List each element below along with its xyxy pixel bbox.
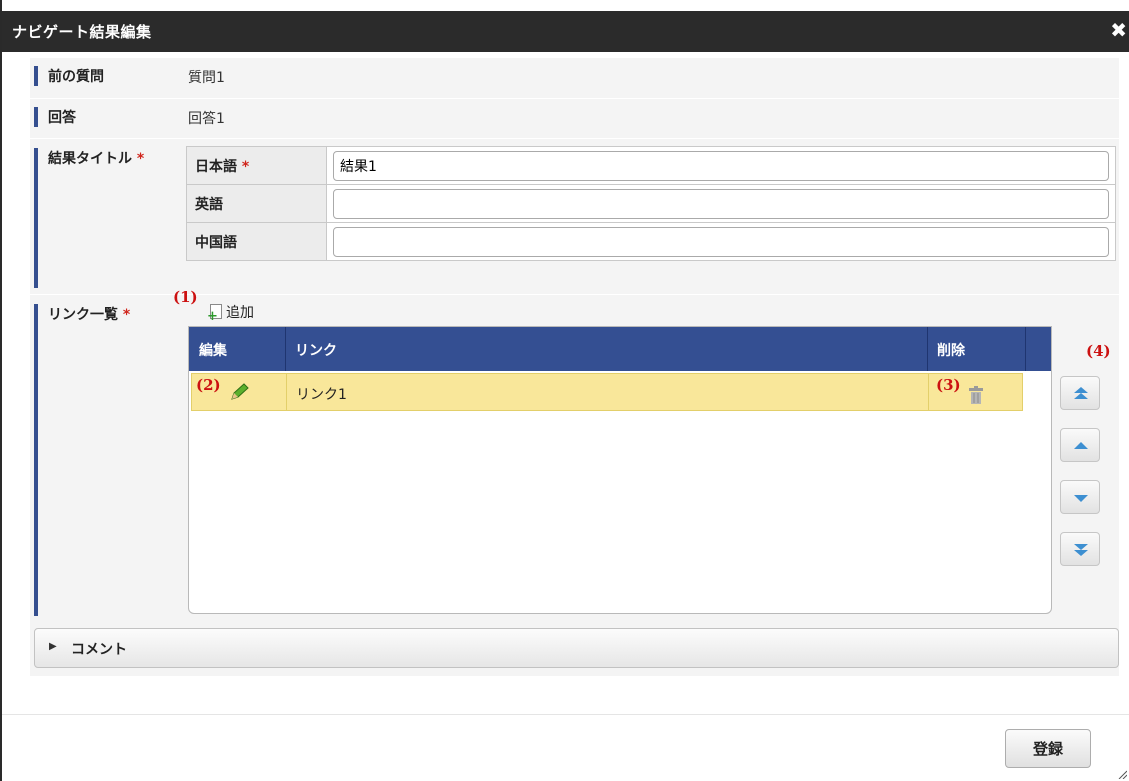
required-mark: * (122, 307, 131, 323)
comment-section-toggle[interactable]: ▶ コメント (34, 628, 1119, 668)
annotation-3: (3) (936, 376, 961, 394)
move-top-button[interactable] (1060, 376, 1100, 410)
language-row-zh: 中国語 (186, 222, 1116, 261)
link-grid-header: 編集 リンク 削除 (189, 327, 1051, 371)
double-chevron-up-icon (1074, 387, 1088, 399)
column-header-edit: 編集 (199, 343, 227, 359)
answer-label: 回答 (34, 107, 76, 127)
annotation-4: (4) (1086, 342, 1111, 360)
result-title-zh-input[interactable] (333, 226, 1109, 257)
double-chevron-down-icon (1074, 544, 1088, 556)
answer-value: 回答1 (188, 111, 225, 127)
add-document-icon (207, 304, 222, 324)
result-title-ja-input[interactable] (333, 150, 1109, 181)
result-title-language-table: 日本語 * 英語 中国語 (186, 146, 1116, 261)
move-down-button[interactable] (1060, 480, 1100, 514)
column-header-link: リンク (295, 343, 337, 359)
trash-icon[interactable] (968, 386, 984, 404)
link-row-selected[interactable]: (2) リンク1 (3) (191, 373, 1023, 411)
add-link-button[interactable]: 追加 (207, 302, 254, 324)
footer-divider (2, 714, 1129, 715)
triangle-up-icon (1074, 442, 1088, 449)
link-grid: 編集 リンク 削除 (2) リンク1 (3) (188, 326, 1052, 614)
previous-question-value: 質問1 (188, 70, 225, 86)
close-icon[interactable]: ✖ (1110, 20, 1127, 40)
move-up-button[interactable] (1060, 428, 1100, 462)
annotation-1: (1) (173, 288, 198, 306)
result-title-en-input[interactable] (333, 188, 1109, 219)
triangle-down-icon (1074, 495, 1088, 502)
language-row-ja: 日本語 * (186, 146, 1116, 185)
column-header-delete: 削除 (937, 343, 965, 359)
form-area: 前の質問 質問1 回答 回答1 結果タイトル * 日本語 * 英語 中国語 リン… (30, 58, 1119, 676)
comment-label: コメント (71, 642, 127, 658)
navigate-result-edit-dialog: ナビゲート結果編集 ✖ 前の質問 質問1 回答 回答1 結果タイトル * 日本語… (0, 0, 1129, 781)
link-name: リンク1 (296, 387, 347, 403)
required-mark: * (241, 158, 250, 175)
language-label-en: 英語 (186, 184, 327, 223)
register-button[interactable]: 登録 (1005, 729, 1091, 768)
pencil-icon[interactable] (228, 383, 250, 401)
result-title-label: 結果タイトル * (34, 148, 144, 288)
dialog-title: ナビゲート結果編集 (12, 23, 152, 41)
move-bottom-button[interactable] (1060, 532, 1100, 566)
language-label-ja: 日本語 * (186, 146, 327, 185)
annotation-2: (2) (196, 376, 221, 394)
language-row-en: 英語 (186, 184, 1116, 223)
row-divider (30, 138, 1119, 139)
triangle-right-icon: ▶ (49, 641, 57, 652)
dialog-titlebar: ナビゲート結果編集 ✖ (2, 11, 1129, 52)
resize-grip-icon[interactable] (1117, 769, 1127, 779)
link-list-label: リンク一覧 * (34, 304, 130, 616)
required-mark: * (136, 151, 145, 167)
language-label-zh: 中国語 (186, 222, 327, 261)
row-divider (30, 98, 1119, 99)
previous-question-label: 前の質問 (34, 66, 104, 86)
add-link-label: 追加 (226, 305, 254, 321)
